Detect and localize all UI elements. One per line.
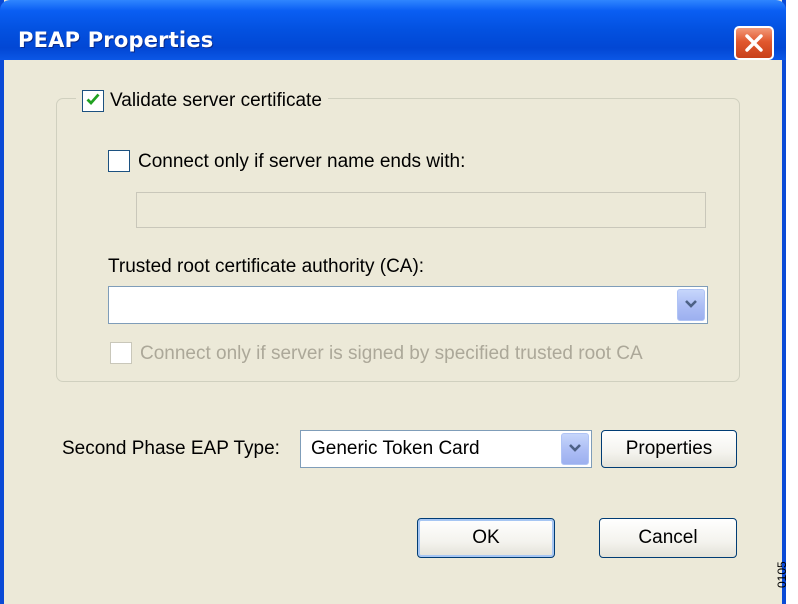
trusted-root-ca-select[interactable] xyxy=(108,286,708,324)
signed-by-trusted-root-checkbox[interactable] xyxy=(110,342,132,364)
checkmark-icon xyxy=(85,91,101,112)
side-figure-number: 0105 xyxy=(775,561,789,588)
window-title: PEAP Properties xyxy=(18,28,214,52)
second-phase-eap-select[interactable]: Generic Token Card xyxy=(300,430,592,468)
chevron-down-icon xyxy=(684,296,698,314)
chevron-down-icon xyxy=(568,440,582,458)
ok-button[interactable]: OK xyxy=(417,518,555,558)
connect-server-name-label: Connect only if server name ends with: xyxy=(138,151,466,172)
close-button[interactable] xyxy=(734,26,774,60)
connect-server-name-checkbox[interactable] xyxy=(108,150,130,172)
trusted-root-ca-label: Trusted root certificate authority (CA): xyxy=(108,256,425,277)
signed-by-trusted-root-label: Connect only if server is signed by spec… xyxy=(140,343,643,364)
second-phase-eap-dropdown-button[interactable] xyxy=(561,433,589,465)
close-icon xyxy=(743,32,765,54)
second-phase-eap-selected-value: Generic Token Card xyxy=(311,438,480,459)
cancel-button[interactable]: Cancel xyxy=(599,518,737,558)
title-bar[interactable]: PEAP Properties xyxy=(0,0,786,60)
validate-server-certificate-option[interactable]: Validate server certificate xyxy=(76,88,328,114)
validate-server-certificate-checkbox[interactable] xyxy=(82,90,104,112)
server-name-input[interactable] xyxy=(136,192,706,228)
validation-groupbox xyxy=(56,98,740,382)
second-phase-eap-label: Second Phase EAP Type: xyxy=(62,438,280,459)
trusted-root-ca-dropdown-button[interactable] xyxy=(677,289,705,321)
validate-server-certificate-label: Validate server certificate xyxy=(110,90,322,111)
properties-button[interactable]: Properties xyxy=(601,430,737,468)
